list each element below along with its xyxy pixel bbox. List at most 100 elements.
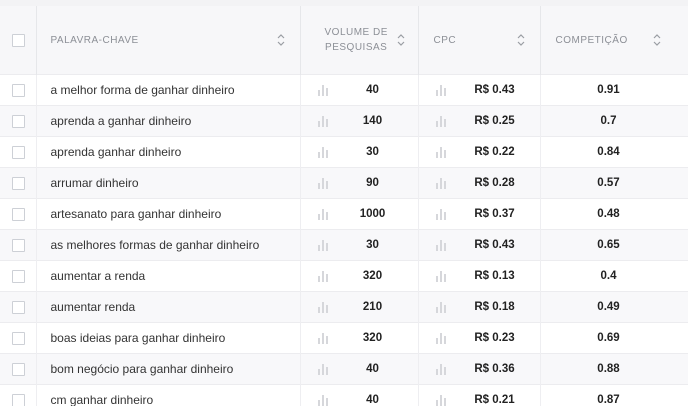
bar-chart-icon[interactable] — [317, 115, 329, 127]
bar-chart-icon[interactable] — [435, 301, 447, 313]
row-checkbox[interactable] — [12, 362, 25, 376]
row-select-cell — [0, 322, 36, 354]
cpc-value: R$ 0.43 — [474, 84, 515, 96]
sort-icon[interactable] — [397, 33, 405, 47]
keyword-cell: aumentar a renda — [35, 260, 300, 292]
bar-chart-icon[interactable] — [317, 332, 329, 344]
bar-chart-icon[interactable] — [435, 115, 447, 127]
competition-value: 0.49 — [597, 301, 620, 313]
volume-value: 320 — [362, 332, 383, 344]
competition-value: 0.7 — [600, 115, 617, 127]
cpc-cell: R$ 0.43 — [417, 229, 540, 261]
cpc-value: R$ 0.36 — [474, 363, 515, 375]
cpc-cell: R$ 0.18 — [417, 291, 540, 323]
header-volume-line1: VOLUME DE — [324, 27, 388, 38]
cpc-cell: R$ 0.21 — [417, 384, 540, 406]
cpc-value: R$ 0.28 — [474, 177, 515, 189]
bar-chart-icon[interactable] — [317, 270, 329, 282]
row-checkbox[interactable] — [12, 83, 25, 97]
volume-value: 40 — [366, 84, 379, 96]
bar-chart-icon[interactable] — [435, 239, 447, 251]
competition-cell: 0.49 — [539, 291, 688, 323]
bar-chart-icon[interactable] — [435, 146, 447, 158]
header-keyword-label: PALAVRA-CHAVE — [50, 34, 139, 46]
header-cpc[interactable]: CPC — [417, 6, 540, 75]
bar-chart-icon[interactable] — [317, 84, 329, 96]
row-checkbox[interactable] — [12, 145, 25, 159]
keyword-text: aumentar renda — [50, 300, 136, 314]
row-select-cell — [0, 291, 36, 323]
bar-chart-icon[interactable] — [435, 332, 447, 344]
header-keyword[interactable]: PALAVRA-CHAVE — [35, 6, 300, 75]
competition-value: 0.69 — [597, 332, 620, 344]
competition-cell: 0.57 — [539, 167, 688, 199]
keyword-table: PALAVRA-CHAVE VOLUME DE PESQUISAS CPC CO… — [0, 6, 688, 406]
cpc-cell: R$ 0.25 — [417, 105, 540, 137]
row-select-cell — [0, 136, 36, 168]
row-checkbox[interactable] — [12, 269, 25, 283]
row-checkbox[interactable] — [12, 300, 25, 314]
competition-cell: 0.84 — [539, 136, 688, 168]
bar-chart-icon[interactable] — [317, 177, 329, 189]
keyword-cell: boas ideias para ganhar dinheiro — [35, 322, 300, 354]
bar-chart-icon[interactable] — [435, 208, 447, 220]
row-checkbox[interactable] — [12, 176, 25, 190]
bar-chart-icon[interactable] — [435, 363, 447, 375]
header-cpc-label: CPC — [433, 34, 457, 46]
competition-cell: 0.69 — [539, 322, 688, 354]
keyword-text: cm ganhar dinheiro — [50, 393, 154, 406]
sort-icon[interactable] — [277, 33, 285, 47]
table-row[interactable]: aumentar a renda 320 R$ 0.13 0.4 — [0, 260, 688, 292]
keyword-text: aumentar a renda — [50, 269, 146, 283]
table-row[interactable]: as melhores formas de ganhar dinheiro 30… — [0, 229, 688, 261]
bar-chart-icon[interactable] — [435, 270, 447, 282]
row-checkbox[interactable] — [12, 393, 25, 406]
bar-chart-icon[interactable] — [435, 84, 447, 96]
table-row[interactable]: aprenda a ganhar dinheiro 140 R$ 0.25 0.… — [0, 105, 688, 137]
competition-value: 0.48 — [597, 208, 620, 220]
keyword-cell: as melhores formas de ganhar dinheiro — [35, 229, 300, 261]
table-row[interactable]: aprenda ganhar dinheiro 30 R$ 0.22 0.84 — [0, 136, 688, 168]
table-row[interactable]: aumentar renda 210 R$ 0.18 0.49 — [0, 291, 688, 323]
sort-icon[interactable] — [653, 33, 661, 47]
header-volume[interactable]: VOLUME DE PESQUISAS — [299, 6, 418, 75]
volume-value: 210 — [362, 301, 383, 313]
competition-value: 0.87 — [597, 394, 620, 406]
keyword-text: aprenda a ganhar dinheiro — [50, 114, 192, 128]
sort-icon[interactable] — [517, 33, 525, 47]
cpc-value: R$ 0.21 — [474, 394, 515, 406]
row-select-cell — [0, 260, 36, 292]
table-row[interactable]: cm ganhar dinheiro 40 R$ 0.21 0.87 — [0, 384, 688, 406]
row-select-cell — [0, 105, 36, 137]
bar-chart-icon[interactable] — [435, 394, 447, 406]
select-all-checkbox[interactable] — [12, 33, 25, 47]
bar-chart-icon[interactable] — [317, 301, 329, 313]
table-row[interactable]: a melhor forma de ganhar dinheiro 40 R$ … — [0, 74, 688, 106]
volume-value: 90 — [366, 177, 379, 189]
row-select-cell — [0, 353, 36, 385]
bar-chart-icon[interactable] — [317, 363, 329, 375]
keyword-text: artesanato para ganhar dinheiro — [50, 207, 222, 221]
cpc-value: R$ 0.22 — [474, 146, 515, 158]
table-row[interactable]: arrumar dinheiro 90 R$ 0.28 0.57 — [0, 167, 688, 199]
bar-chart-icon[interactable] — [317, 239, 329, 251]
bar-chart-icon[interactable] — [317, 208, 329, 220]
row-checkbox[interactable] — [12, 114, 25, 128]
bar-chart-icon[interactable] — [317, 394, 329, 406]
bar-chart-icon[interactable] — [317, 146, 329, 158]
table-row[interactable]: bom negócio para ganhar dinheiro 40 R$ 0… — [0, 353, 688, 385]
competition-cell: 0.7 — [539, 105, 688, 137]
keyword-text: aprenda ganhar dinheiro — [50, 145, 182, 159]
volume-cell: 90 — [299, 167, 418, 199]
keyword-cell: aprenda a ganhar dinheiro — [35, 105, 300, 137]
cpc-value: R$ 0.37 — [474, 208, 515, 220]
row-checkbox[interactable] — [12, 207, 25, 221]
header-competition[interactable]: COMPETIÇÃO — [539, 6, 688, 75]
bar-chart-icon[interactable] — [435, 177, 447, 189]
table-row[interactable]: artesanato para ganhar dinheiro 1000 R$ … — [0, 198, 688, 230]
row-checkbox[interactable] — [12, 331, 25, 345]
volume-cell: 40 — [299, 353, 418, 385]
row-checkbox[interactable] — [12, 238, 25, 252]
volume-cell: 1000 — [299, 198, 418, 230]
table-row[interactable]: boas ideias para ganhar dinheiro 320 R$ … — [0, 322, 688, 354]
